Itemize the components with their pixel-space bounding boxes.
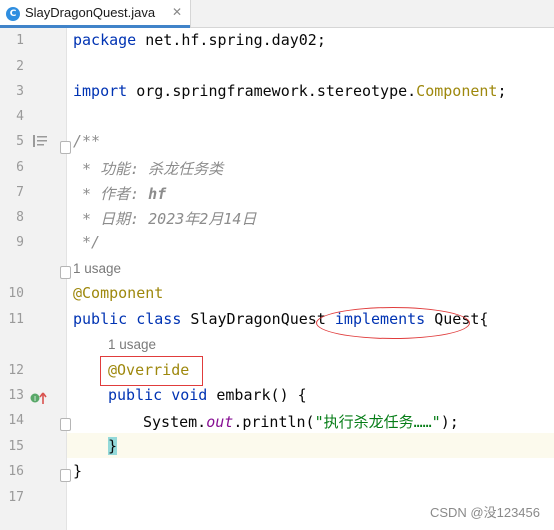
close-icon[interactable]: ✕ [172,5,182,19]
line-number: 13 [8,388,24,403]
line-number: 17 [8,490,24,505]
line-number: 2 [16,59,24,74]
editor-tab-bar: C SlayDragonQuest.java ✕ [0,0,554,28]
code-editor[interactable]: package net.hf.spring.day02; import org.… [67,28,554,530]
code-line-13: public void embark() { [108,386,307,404]
code-line-5: /** [73,132,101,150]
usage-hint[interactable]: 1 usage [73,261,121,276]
code-line-1: package net.hf.spring.day02; [73,31,326,49]
watermark: CSDN @没123456 [429,505,540,520]
line-number: 3 [16,84,24,99]
code-line-9: */ [73,233,101,251]
line-number: 4 [16,109,24,124]
override-highlight-box [100,356,203,386]
svg-text:I: I [34,395,36,403]
implements-method-icon[interactable]: I [30,390,48,406]
code-line-16: } [73,462,83,480]
code-line-8: * 日期: 2023年2月14日 [73,210,257,228]
line-number: 16 [8,464,24,479]
java-class-icon: C [6,7,20,21]
code-line-6: * 功能: 杀龙任务类 [73,160,224,178]
code-line-14: System.out.println("执行杀龙任务……"); [143,413,459,431]
line-number: 5 [16,134,24,149]
line-number: 7 [16,185,24,200]
tab-slaydragonquest[interactable]: C SlayDragonQuest.java ✕ [0,0,191,28]
line-number: 6 [16,160,24,175]
render-doc-icon[interactable] [33,135,47,147]
implements-highlight-ellipse [316,307,470,339]
line-number: 9 [16,235,24,250]
code-line-10: @Component [73,284,164,302]
line-number: 12 [8,363,24,378]
current-line-highlight [67,433,554,458]
line-number: 8 [16,210,24,225]
line-number: 1 [16,33,24,48]
line-number: 11 [8,312,24,327]
code-line-3: import org.springframework.stereotype.Co… [73,82,507,100]
line-number-gutter: 1 2 3 4 5 6 7 8 9 10 11 12 13 14 15 16 1… [0,28,71,530]
usage-hint[interactable]: 1 usage [108,337,156,352]
line-number: 14 [8,413,24,428]
line-number: 10 [8,286,24,301]
code-line-7: * 作者: hf [73,185,167,203]
tab-label: SlayDragonQuest.java [25,5,156,20]
line-number: 15 [8,439,24,454]
code-line-15: } [108,437,118,455]
